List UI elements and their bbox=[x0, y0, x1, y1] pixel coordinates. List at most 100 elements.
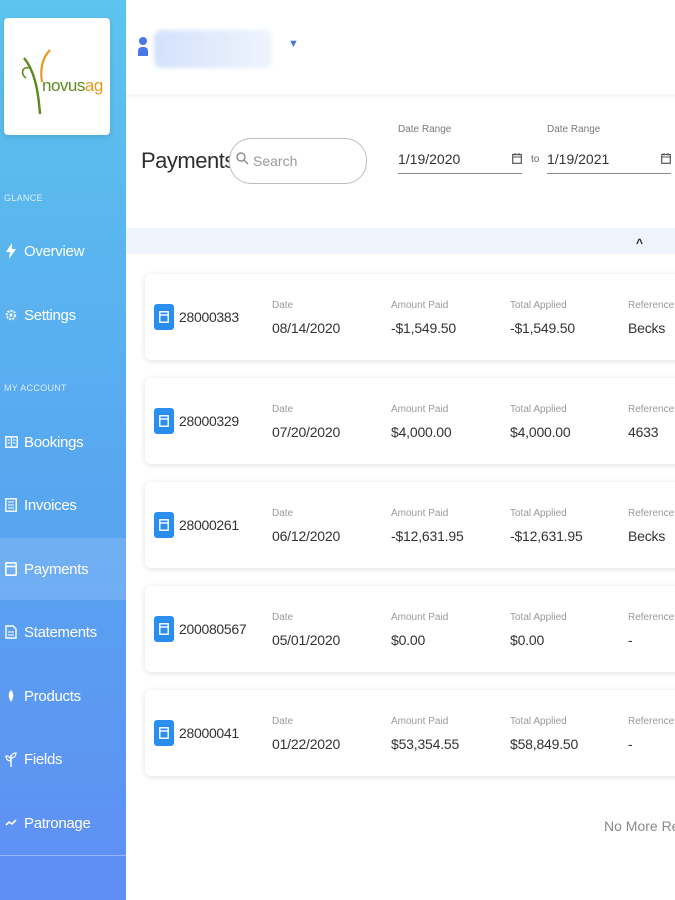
amount-paid-value: $0.00 bbox=[391, 632, 426, 648]
date-range-start-label: Date Range bbox=[398, 124, 452, 135]
reference-value: Becks bbox=[628, 320, 666, 336]
search-input[interactable] bbox=[253, 153, 353, 169]
amount-paid-value: $4,000.00 bbox=[391, 424, 452, 440]
sidebar-item-label: Payments bbox=[24, 560, 89, 578]
sidebar-divider bbox=[0, 855, 126, 856]
reference-label: Reference # bbox=[628, 300, 675, 311]
sidebar-item-products[interactable]: Products bbox=[0, 665, 126, 727]
sidebar-item-invoices[interactable]: Invoices bbox=[0, 474, 126, 536]
search-box[interactable] bbox=[229, 138, 367, 184]
amount-paid-label: Amount Paid bbox=[391, 300, 449, 311]
sidebar-item-label: Overview bbox=[24, 242, 85, 260]
sidebar-item-label: Invoices bbox=[24, 496, 77, 514]
amount-paid-label: Amount Paid bbox=[391, 716, 449, 727]
payment-card[interactable]: 200080567 Date 05/01/2020 Amount Paid $0… bbox=[145, 586, 675, 672]
brand-logo[interactable]: novusag bbox=[4, 18, 110, 135]
sidebar-item-patronage[interactable]: Patronage bbox=[0, 792, 126, 854]
date-value: 06/12/2020 bbox=[272, 528, 341, 544]
sidebar-item-label: Patronage bbox=[24, 814, 91, 832]
patronage-icon bbox=[4, 816, 18, 830]
date-range-start-field[interactable]: 1/19/2020 bbox=[398, 144, 522, 174]
reference-label: Reference # bbox=[628, 612, 675, 623]
payment-card-icon bbox=[154, 304, 174, 330]
date-label: Date bbox=[272, 612, 294, 623]
search-icon bbox=[236, 152, 249, 170]
reference-value: - bbox=[628, 736, 633, 752]
amount-paid-label: Amount Paid bbox=[391, 404, 449, 415]
section-label-my-account: MY ACCOUNT bbox=[4, 383, 67, 393]
sidebar-item-label: Fields bbox=[24, 750, 63, 768]
total-applied-value: -$12,631.95 bbox=[510, 528, 583, 544]
sort-bar bbox=[126, 228, 675, 254]
sidebar-item-bookings[interactable]: Bookings bbox=[0, 411, 126, 473]
payment-card-icon bbox=[154, 616, 174, 642]
total-applied-value: -$1,549.50 bbox=[510, 320, 575, 336]
date-range-end-label: Date Range bbox=[547, 124, 601, 135]
payment-id: 28000261 bbox=[179, 517, 239, 533]
sidebar-item-label: Bookings bbox=[24, 433, 84, 451]
sidebar-item-settings[interactable]: Settings bbox=[0, 284, 126, 346]
payment-id: 28000329 bbox=[179, 413, 239, 429]
brand-wordmark: novusag bbox=[42, 76, 103, 95]
amount-paid-value: -$1,549.50 bbox=[391, 320, 456, 336]
date-value: 07/20/2020 bbox=[272, 424, 341, 440]
sidebar-item-overview[interactable]: Overview bbox=[0, 220, 126, 282]
reference-value: 4633 bbox=[628, 424, 659, 440]
book-icon bbox=[4, 435, 18, 449]
date-range-start-value: 1/19/2020 bbox=[398, 150, 461, 167]
calendar-icon[interactable] bbox=[512, 151, 522, 167]
amount-paid-label: Amount Paid bbox=[391, 612, 449, 623]
sidebar-item-label: Settings bbox=[24, 306, 76, 324]
total-applied-label: Total Applied bbox=[510, 508, 567, 519]
date-label: Date bbox=[272, 508, 294, 519]
reference-label: Reference # bbox=[628, 508, 675, 519]
sidebar-item-fields[interactable]: Fields bbox=[0, 728, 126, 790]
bolt-icon bbox=[4, 243, 18, 259]
no-more-results-text: No More Results bbox=[604, 818, 675, 834]
sidebar-item-statements[interactable]: Statements bbox=[0, 601, 126, 663]
calendar-icon[interactable] bbox=[661, 151, 671, 167]
date-range-separator: to bbox=[531, 154, 540, 165]
chevron-up-icon[interactable]: ^ bbox=[636, 236, 643, 250]
section-label-glance: GLANCE bbox=[4, 193, 43, 203]
payment-card-icon bbox=[154, 720, 174, 746]
total-applied-value: $0.00 bbox=[510, 632, 545, 648]
total-applied-value: $58,849.50 bbox=[510, 736, 579, 752]
date-value: 05/01/2020 bbox=[272, 632, 341, 648]
sidebar-item-payments[interactable]: Payments bbox=[0, 538, 126, 600]
total-applied-label: Total Applied bbox=[510, 300, 567, 311]
amount-paid-value: $53,354.55 bbox=[391, 736, 460, 752]
sidebar-item-label: Statements bbox=[24, 623, 97, 641]
date-range-end-field[interactable]: 1/19/2021 bbox=[547, 144, 671, 174]
payment-id: 28000041 bbox=[179, 725, 239, 741]
top-bar: ▼ bbox=[126, 0, 675, 94]
statement-icon bbox=[4, 625, 18, 639]
user-name[interactable] bbox=[154, 30, 272, 68]
payment-card[interactable]: 28000041 Date 01/22/2020 Amount Paid $53… bbox=[145, 690, 675, 776]
payment-card[interactable]: 28000261 Date 06/12/2020 Amount Paid -$1… bbox=[145, 482, 675, 568]
reference-value: - bbox=[628, 632, 633, 648]
gear-icon bbox=[4, 308, 18, 322]
total-applied-value: $4,000.00 bbox=[510, 424, 571, 440]
date-label: Date bbox=[272, 300, 294, 311]
date-label: Date bbox=[272, 716, 294, 727]
total-applied-label: Total Applied bbox=[510, 612, 567, 623]
total-applied-label: Total Applied bbox=[510, 716, 567, 727]
payment-card-icon bbox=[154, 408, 174, 434]
reference-value: Becks bbox=[628, 528, 666, 544]
invoice-icon bbox=[4, 498, 18, 512]
payment-card[interactable]: 28000383 Date 08/14/2020 Amount Paid -$1… bbox=[145, 274, 675, 360]
date-value: 08/14/2020 bbox=[272, 320, 341, 336]
fields-icon bbox=[4, 752, 18, 767]
payment-id: 200080567 bbox=[179, 621, 247, 637]
payment-card-icon bbox=[4, 562, 18, 576]
caret-down-icon[interactable]: ▼ bbox=[288, 38, 299, 50]
sidebar: novusag GLANCE Overview Settings MY ACCO… bbox=[0, 0, 126, 900]
top-bar-shadow bbox=[126, 94, 675, 100]
page-title: Payments bbox=[141, 148, 235, 173]
date-label: Date bbox=[272, 404, 294, 415]
user-icon[interactable] bbox=[138, 36, 148, 61]
reference-label: Reference # bbox=[628, 404, 675, 415]
payment-card[interactable]: 28000329 Date 07/20/2020 Amount Paid $4,… bbox=[145, 378, 675, 464]
date-range-end-value: 1/19/2021 bbox=[547, 150, 610, 167]
